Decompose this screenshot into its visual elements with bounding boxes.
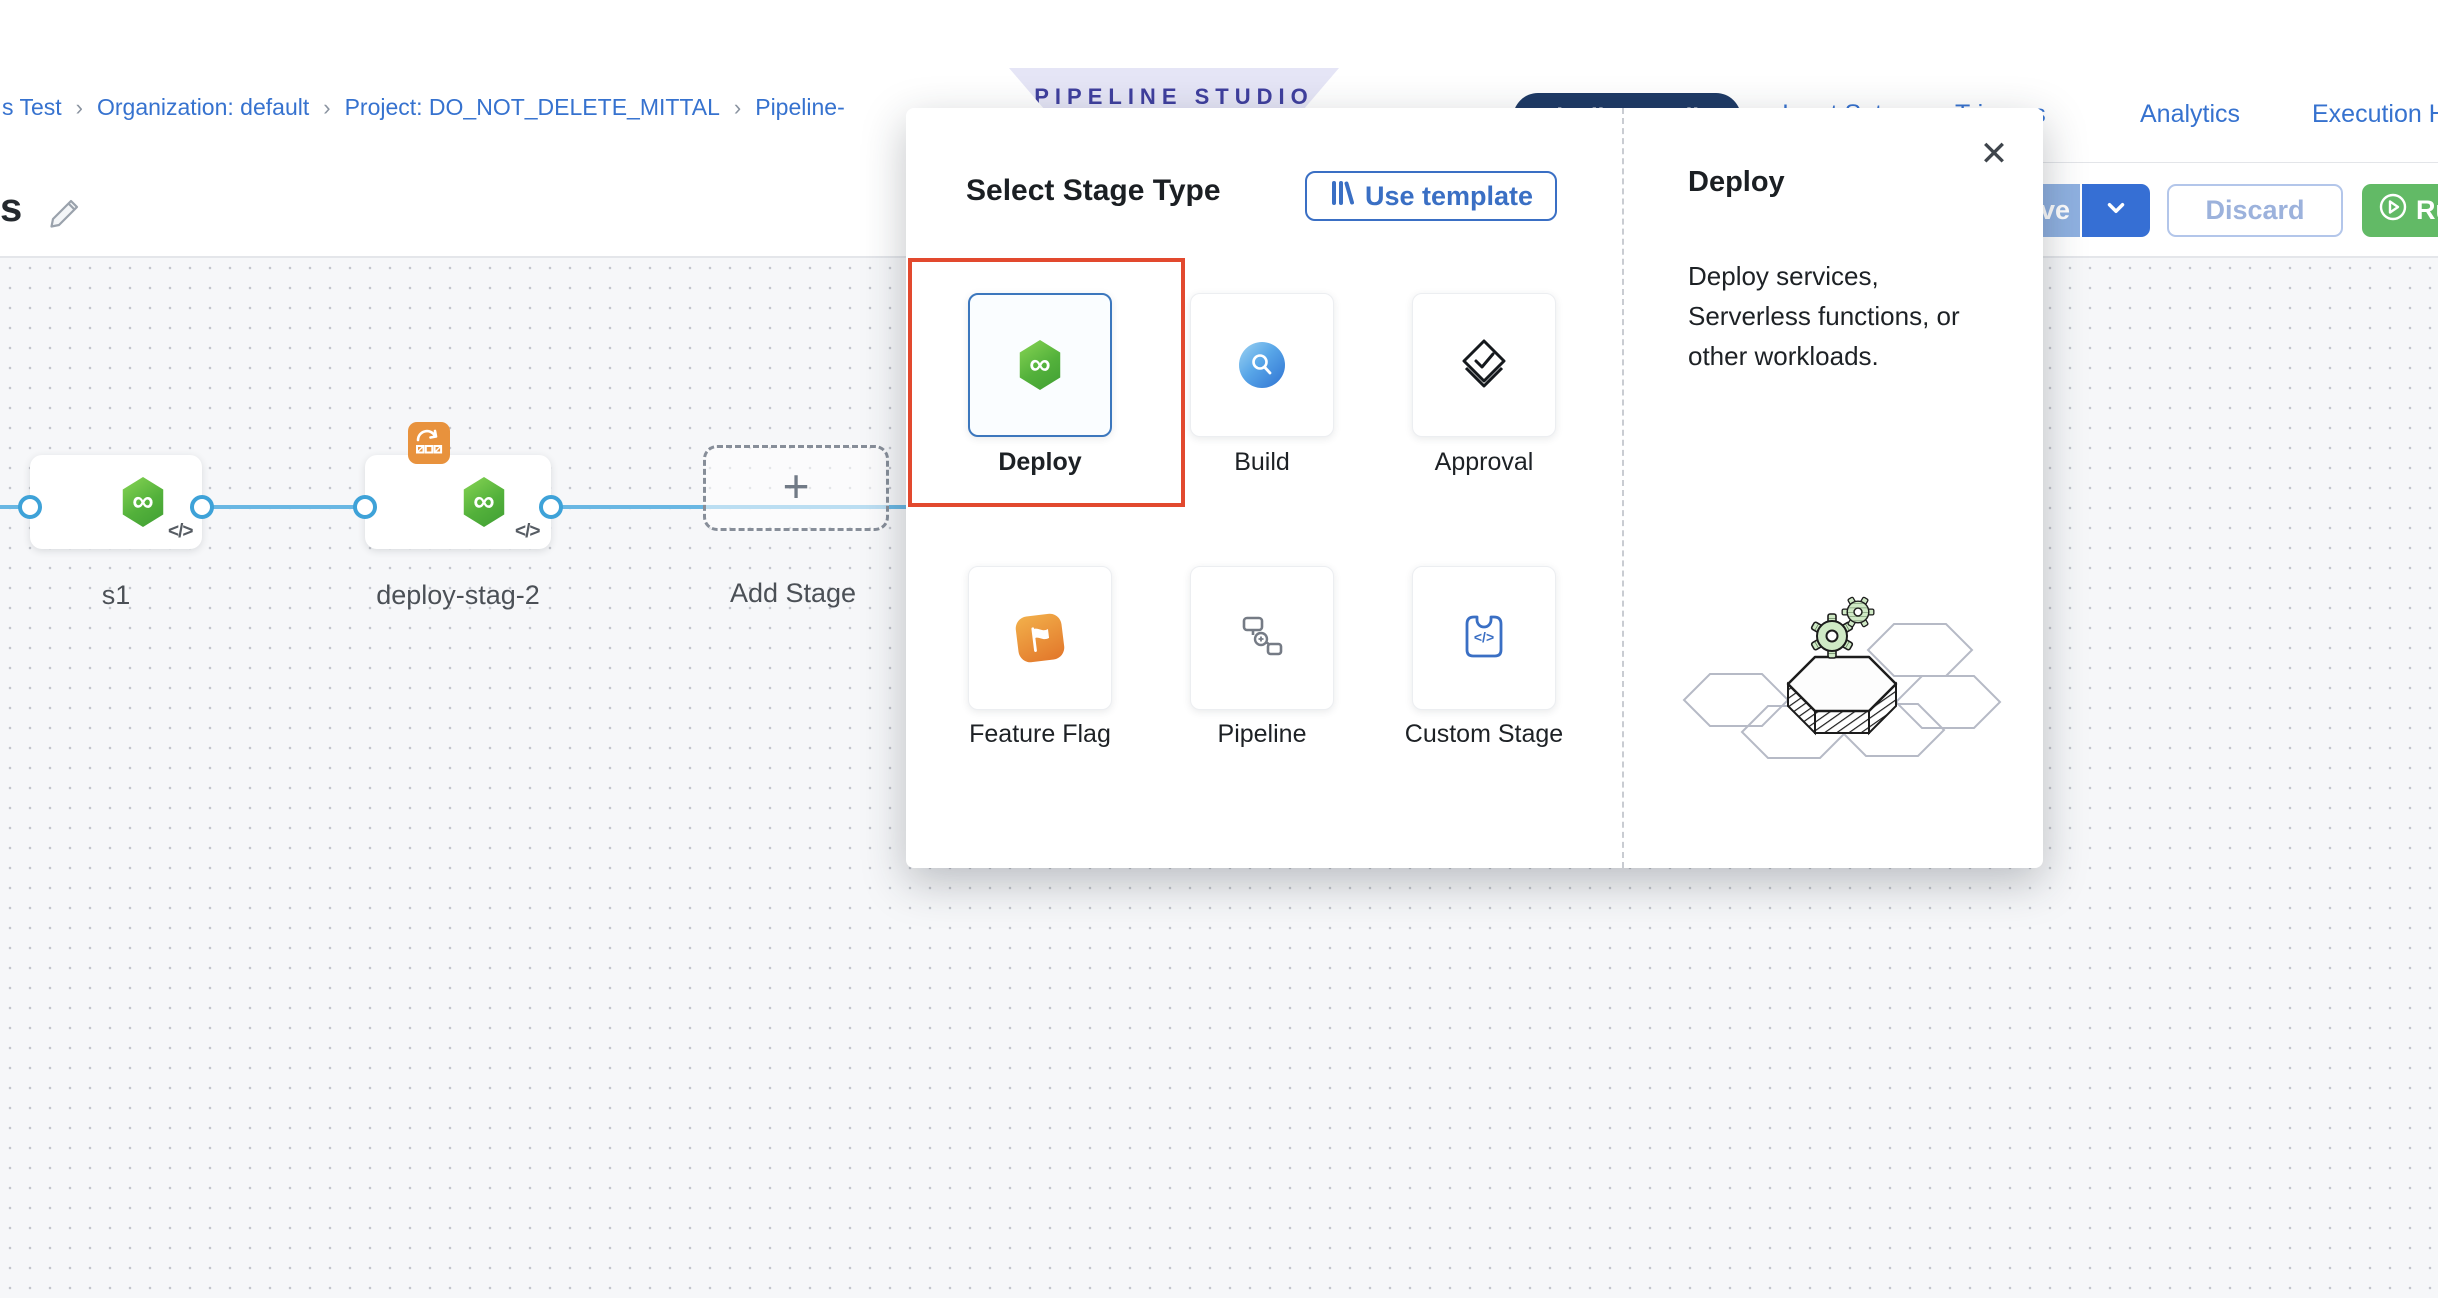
breadcrumb-separator: › [323, 95, 330, 120]
modal-section-divider [1622, 108, 1624, 868]
connector-port[interactable] [353, 495, 377, 519]
edit-pencil-icon[interactable] [44, 194, 84, 234]
stage-type-label-approval: Approval [1404, 446, 1564, 478]
template-library-icon [1329, 180, 1355, 213]
code-icon[interactable]: </> [168, 521, 192, 543]
svg-text:</>: </> [1474, 629, 1494, 645]
stage-type-label-build: Build [1182, 446, 1342, 478]
add-stage-label: Add Stage [693, 578, 893, 609]
breadcrumb-item-account[interactable]: s Test [2, 94, 62, 120]
stage-node-s1[interactable]: ∞ </> [30, 455, 202, 549]
breadcrumb-separator: › [76, 95, 83, 120]
run-button-label: Run [2416, 195, 2438, 226]
save-dropdown-button[interactable] [2082, 184, 2150, 237]
deploy-stage-icon: ∞ [461, 477, 507, 527]
stage-type-label-custom-stage: Custom Stage [1404, 718, 1564, 750]
stage-node-deploy-stag-2[interactable]: ∞ </> [365, 455, 551, 549]
play-circle-icon [2378, 192, 2408, 229]
breadcrumb-separator: › [734, 95, 741, 120]
select-stage-type-modal: Select Stage Type Use template ∞ Deploy [906, 108, 2043, 868]
toolbar-divider [1985, 162, 2438, 163]
tab-execution-history[interactable]: Execution History [2312, 100, 2438, 129]
pipeline-stages-icon [1237, 611, 1287, 666]
rollout-strategy-icon [408, 422, 450, 464]
pipeline-name: s [0, 186, 22, 231]
custom-stage-icon: </> [1459, 611, 1509, 666]
connector-port[interactable] [18, 495, 42, 519]
close-icon[interactable]: ✕ [1972, 132, 2016, 176]
plus-icon: + [783, 459, 810, 513]
stage-type-feature-flag[interactable] [968, 566, 1112, 710]
connector-port[interactable] [539, 495, 563, 519]
modal-title: Select Stage Type [966, 174, 1221, 208]
chevron-down-icon [2103, 195, 2129, 226]
run-button[interactable]: Run [2362, 184, 2438, 237]
stage-label: deploy-stag-2 [328, 580, 588, 611]
connector-port[interactable] [190, 495, 214, 519]
stage-label: s1 [36, 580, 196, 611]
pipeline-studio-screen: ∞ </> s1 ∞ </> deploy-stag-2 [0, 0, 2438, 1298]
stage-type-label-feature-flag: Feature Flag [960, 718, 1120, 750]
stage-type-pipeline[interactable] [1190, 566, 1334, 710]
use-template-label: Use template [1365, 181, 1533, 212]
stage-type-label-pipeline: Pipeline [1182, 718, 1342, 750]
stage-detail-description: Deploy services, Serverless functions, o… [1688, 256, 1974, 376]
approval-icon [1458, 337, 1510, 394]
code-icon[interactable]: </> [515, 521, 539, 543]
feature-flag-icon [1014, 612, 1065, 663]
breadcrumb-item-pipelines[interactable]: Pipeline- [755, 94, 845, 120]
use-template-button[interactable]: Use template [1305, 171, 1557, 221]
selection-highlight-box [908, 258, 1185, 507]
build-icon [1239, 342, 1285, 388]
deploy-illustration [1682, 584, 2002, 774]
stage-type-approval[interactable] [1412, 293, 1556, 437]
deploy-stage-icon: ∞ [120, 477, 166, 527]
tab-analytics[interactable]: Analytics [2140, 100, 2240, 129]
breadcrumb: s Test › Organization: default › Project: DO… [2, 94, 845, 121]
discard-button[interactable]: Discard [2167, 184, 2343, 237]
stage-type-custom-stage[interactable]: </> [1412, 566, 1556, 710]
stage-type-build[interactable] [1190, 293, 1334, 437]
stage-detail-title: Deploy [1688, 166, 1785, 199]
breadcrumb-item-project[interactable]: Project: DO_NOT_DELETE_MITTAL [345, 94, 720, 120]
add-stage-button[interactable]: + [703, 445, 889, 531]
breadcrumb-item-org[interactable]: Organization: default [97, 94, 309, 120]
